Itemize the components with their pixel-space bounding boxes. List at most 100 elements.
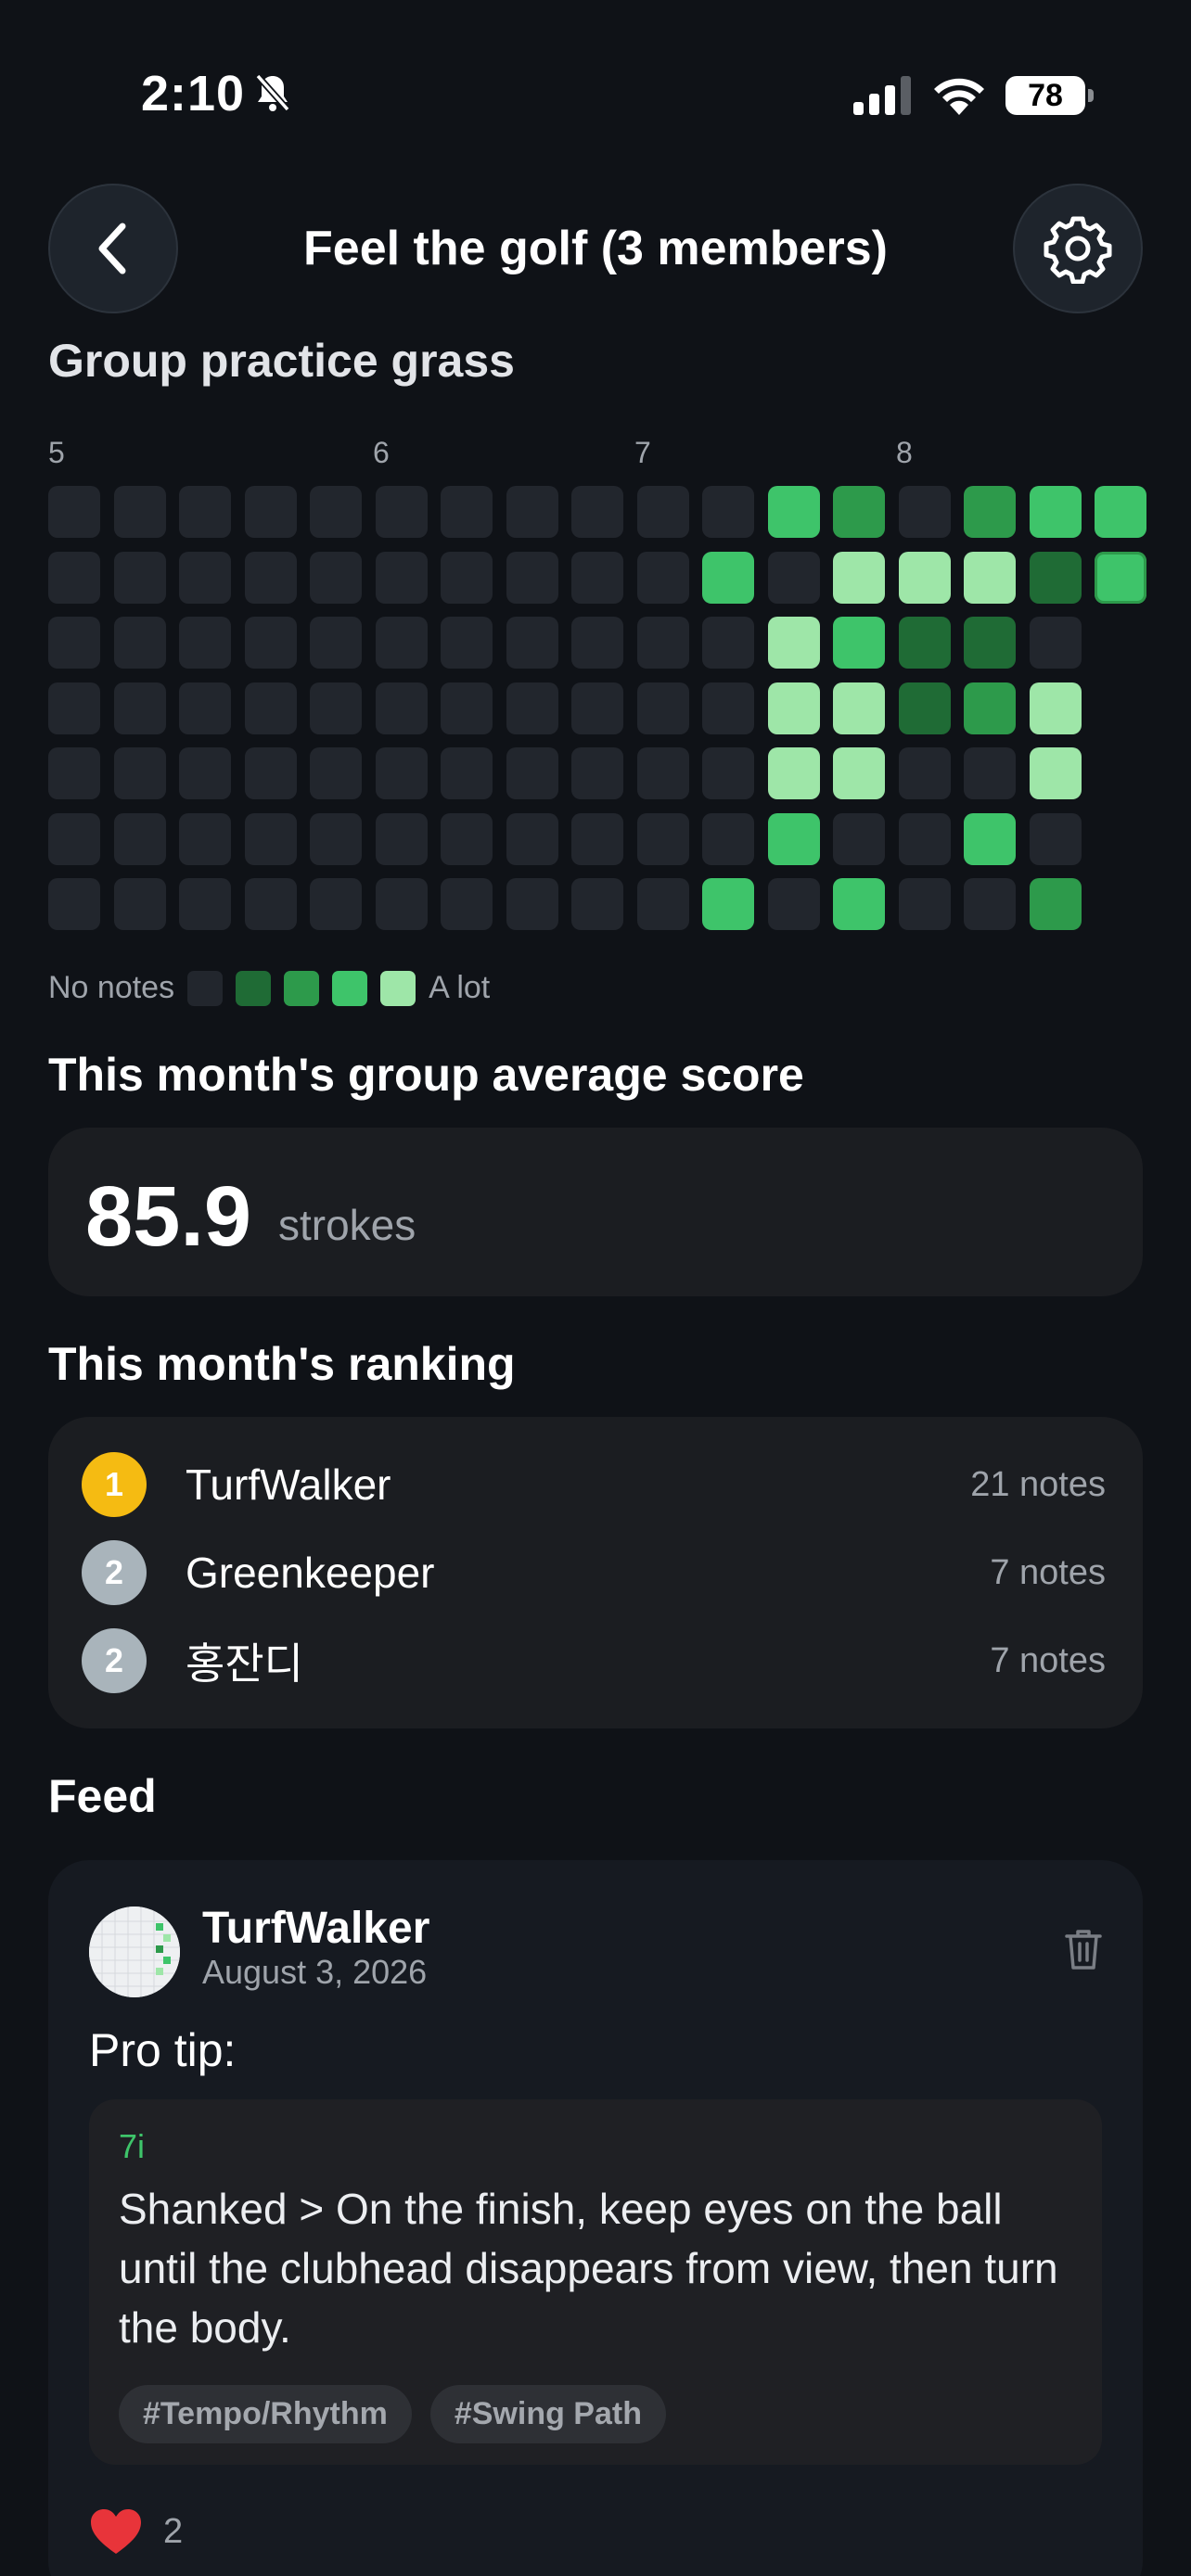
grass-cell xyxy=(506,813,558,865)
legend-swatch xyxy=(284,970,320,1006)
grass-cell xyxy=(179,617,231,669)
note-count: 21 notes xyxy=(970,1464,1106,1504)
grass-cell xyxy=(833,813,885,865)
grass-cell xyxy=(1095,552,1146,604)
post-text: Pro tip: xyxy=(89,2024,237,2076)
settings-button[interactable] xyxy=(1013,184,1143,313)
grass-cell xyxy=(571,617,623,669)
ranking-section-title: This month's ranking xyxy=(48,1338,516,1390)
grass-cell xyxy=(114,486,166,538)
grass-cell xyxy=(179,682,231,734)
grass-cell xyxy=(637,747,689,799)
grass-cell xyxy=(310,878,362,930)
legend-swatch xyxy=(236,970,272,1006)
grass-cell xyxy=(310,617,362,669)
grass-cell xyxy=(114,813,166,865)
feed-post-card: TurfWalker August 3, 2026 Pro tip: 7i Sh… xyxy=(48,1860,1143,2576)
grass-cell xyxy=(376,747,428,799)
like-button[interactable]: 2 xyxy=(89,2507,183,2556)
legend-swatch xyxy=(380,970,416,1006)
bell-muted-icon xyxy=(255,73,290,112)
grass-cell xyxy=(245,552,297,604)
note-text: Shanked > On the finish, keep eyes on th… xyxy=(119,2185,1058,2352)
ranking-row[interactable]: 2 홍잔디 7 notes xyxy=(82,1619,1106,1702)
legend-swatch xyxy=(332,970,368,1006)
grass-cell xyxy=(245,747,297,799)
grass-cell xyxy=(899,878,951,930)
grass-cell xyxy=(506,747,558,799)
member-name: Greenkeeper xyxy=(186,1549,435,1597)
tag-list: #Tempo/Rhythm #Swing Path xyxy=(119,2385,666,2443)
avatar[interactable] xyxy=(89,1906,180,1997)
month-label: 5 xyxy=(48,436,65,469)
grass-avatar-icon xyxy=(89,1906,180,1997)
battery-indicator: 78 xyxy=(1005,76,1094,115)
grass-cell xyxy=(376,552,428,604)
practice-note[interactable]: 7i Shanked > On the finish, keep eyes on… xyxy=(89,2099,1102,2465)
grass-cell xyxy=(964,813,1016,865)
grass-cell xyxy=(441,813,493,865)
grass-cell xyxy=(833,747,885,799)
legend-high-label: A lot xyxy=(429,970,491,1005)
grass-cell xyxy=(702,682,754,734)
grass-cell xyxy=(1030,617,1082,669)
grass-cell xyxy=(245,486,297,538)
ranking-row[interactable]: 2 Greenkeeper 7 notes xyxy=(82,1531,1106,1614)
tag[interactable]: #Swing Path xyxy=(429,2385,666,2443)
trash-icon[interactable] xyxy=(1063,1927,1104,1971)
grass-cell xyxy=(1030,747,1082,799)
grass-cell xyxy=(376,878,428,930)
cellular-signal-icon xyxy=(853,76,911,115)
average-section-title: This month's group average score xyxy=(48,1049,804,1101)
grass-cell xyxy=(899,813,951,865)
grass-cell xyxy=(571,747,623,799)
grass-cell xyxy=(310,552,362,604)
grass-cell xyxy=(48,486,100,538)
grass-cell xyxy=(506,617,558,669)
grass-cell xyxy=(637,617,689,669)
grass-cell xyxy=(964,878,1016,930)
grass-cell xyxy=(310,486,362,538)
grass-cell xyxy=(571,878,623,930)
grass-cell xyxy=(637,813,689,865)
post-author[interactable]: TurfWalker xyxy=(202,1903,429,1954)
grass-section-title: Group practice grass xyxy=(48,335,515,387)
grass-cell xyxy=(48,813,100,865)
ranking-row[interactable]: 1 TurfWalker 21 notes xyxy=(82,1443,1106,1526)
like-count: 2 xyxy=(163,2511,184,2551)
grass-cell xyxy=(702,878,754,930)
ranking-card: 1 TurfWalker 21 notes 2 Greenkeeper 7 no… xyxy=(48,1417,1143,1728)
rank-badge: 2 xyxy=(82,1540,147,1605)
month-label: 7 xyxy=(634,436,651,469)
status-bar: 2:10 78 xyxy=(0,0,1191,185)
grass-cell xyxy=(245,878,297,930)
grass-cell xyxy=(1030,813,1082,865)
grass-cell xyxy=(1030,486,1082,538)
grass-cell xyxy=(899,486,951,538)
grass-cell xyxy=(310,813,362,865)
tag[interactable]: #Tempo/Rhythm xyxy=(119,2385,412,2443)
grass-cell xyxy=(376,486,428,538)
grass-cell xyxy=(441,552,493,604)
rank-badge: 1 xyxy=(82,1452,147,1517)
grass-cell xyxy=(48,878,100,930)
back-button[interactable] xyxy=(48,184,178,313)
grass-cell xyxy=(441,682,493,734)
grass-cell xyxy=(441,878,493,930)
grass-cell xyxy=(833,552,885,604)
grass-cell xyxy=(114,878,166,930)
grass-cell xyxy=(114,552,166,604)
grass-cell xyxy=(637,682,689,734)
grass-cell xyxy=(376,813,428,865)
grass-cell xyxy=(833,486,885,538)
grass-cell xyxy=(899,617,951,669)
grass-legend: No notes A lot xyxy=(48,970,490,1006)
grass-cell xyxy=(441,617,493,669)
grass-cell xyxy=(114,682,166,734)
grass-cell xyxy=(310,747,362,799)
grass-cell xyxy=(964,682,1016,734)
grass-cell xyxy=(571,552,623,604)
grass-cell xyxy=(506,486,558,538)
grass-cell xyxy=(964,486,1016,538)
grass-cell xyxy=(899,552,951,604)
